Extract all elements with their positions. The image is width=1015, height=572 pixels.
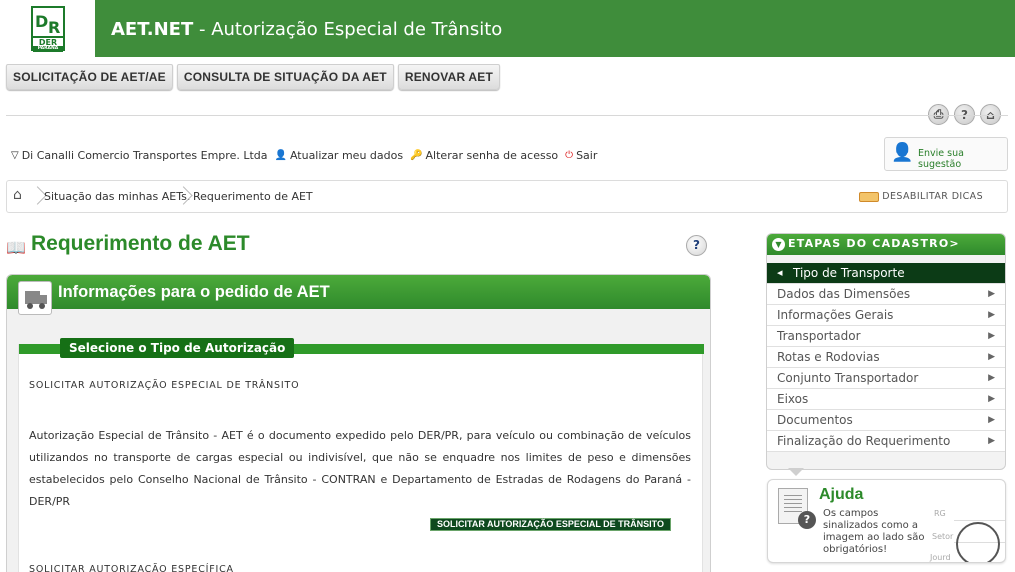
panel-title: Informações para o pedido de AET (58, 283, 330, 301)
app-header: DR DER PARANÁ AET.NET - Autorização Espe… (0, 0, 1015, 57)
step-informacoes-gerais[interactable]: Informações Gerais ▶ (767, 305, 1005, 326)
change-password-link[interactable]: 🔑 Alterar senha de acesso (410, 149, 558, 162)
help-title: Ajuda (819, 486, 864, 503)
menu-renovar[interactable]: RENOVAR AET (397, 64, 501, 90)
section-description: Autorização Especial de Trânsito - AET é… (29, 429, 691, 508)
user-icon: 👤 (274, 150, 287, 161)
help-icon[interactable]: ? (686, 235, 707, 256)
step-finalizacao[interactable]: Finalização do Requerimento ▶ (767, 431, 1005, 452)
chevron-right-icon: ▶ (988, 352, 995, 362)
chevron-right-icon: ▶ (988, 394, 995, 404)
section-tab: Selecione o Tipo de Autorização (60, 338, 295, 358)
divider (6, 115, 1008, 116)
chevron-right-icon: ▶ (988, 331, 995, 341)
app-subtitle: - Autorização Especial de Trânsito (193, 19, 503, 40)
steps-pointer (788, 468, 804, 476)
company-name: Di Canalli Comercio Transportes Empre. L… (21, 149, 268, 162)
menu-consulta[interactable]: CONSULTA DE SITUAÇÃO DA AET (176, 64, 394, 90)
top-menu: SOLICITAÇÃO DE AET/AE CONSULTA DE SITUAÇ… (6, 64, 501, 90)
step-rotas-rodovias[interactable]: Rotas e Rodovias ▶ (767, 347, 1005, 368)
company-selector[interactable]: ▽ Di Canalli Comercio Transportes Empre.… (11, 149, 268, 162)
help-box: ? Ajuda Os campos sinalizados como a ima… (767, 479, 1006, 563)
breadcrumb-item-situacao[interactable]: Situação das minhas AETs. (44, 190, 190, 203)
logout-link[interactable]: ⏻ Sair (565, 149, 597, 162)
chat-user-icon: 👤 (891, 142, 914, 163)
chevron-down-icon: ▼ (772, 238, 785, 251)
steps-header[interactable]: ▼ ETAPAS DO CADASTRO> (767, 234, 1005, 255)
breadcrumb-item-current: Requerimento de AET (193, 190, 313, 203)
disable-tips-button[interactable]: DESABILITAR DICAS (859, 191, 983, 202)
update-data-link[interactable]: 👤 Atualizar meu dados (275, 149, 404, 162)
step-documentos[interactable]: Documentos ▶ (767, 410, 1005, 431)
section-heading: SOLICITAR AUTORIZAÇÃO ESPECIAL DE TRÂNSI… (29, 380, 300, 391)
app-name: AET.NET (111, 19, 194, 40)
help-text: Os campos sinalizados como a imagem ao l… (823, 508, 925, 555)
truck-icon (18, 281, 52, 315)
chevron-right-icon: ▶ (988, 289, 995, 299)
breadcrumb-separator (177, 185, 187, 209)
book-icon: 📖 (6, 238, 26, 257)
chevron-right-icon: ▶ (988, 415, 995, 425)
step-tipo-transporte[interactable]: Tipo de Transporte (767, 263, 1005, 284)
section-heading-specific: SOLICITAR AUTORIZAÇÃO ESPECÍFICA (29, 564, 234, 572)
steps-list: Tipo de Transporte Dados das Dimensões▶ … (767, 263, 1005, 452)
breadcrumb: ⌂ Situação das minhas AETs. Requerimento… (6, 180, 1008, 213)
logo-area: DR DER PARANÁ (0, 0, 95, 57)
page-title: Requerimento de AET (31, 232, 250, 255)
power-icon: ⏻ (565, 150, 574, 161)
chevron-right-icon: ▶ (988, 310, 995, 320)
step-conjunto-transportador[interactable]: Conjunto Transportador ▶ (767, 368, 1005, 389)
magnifier-icon (956, 522, 1000, 562)
aet-info-panel: Informações para o pedido de AET Selecio… (6, 274, 711, 572)
step-transportador[interactable]: Transportador ▶ (767, 326, 1005, 347)
breadcrumb-separator (31, 185, 41, 209)
panel-header: Informações para o pedido de AET (7, 275, 710, 315)
chevron-right-icon: ▶ (988, 436, 995, 446)
step-eixos[interactable]: Eixos ▶ (767, 389, 1005, 410)
chevron-down-icon: ▽ (11, 150, 19, 161)
question-icon: ? (798, 511, 816, 529)
suggestion-button[interactable]: 👤 Envie sua sugestão (884, 137, 1008, 171)
user-bar: ▽ Di Canalli Comercio Transportes Empre.… (11, 149, 597, 162)
request-aet-button[interactable]: SOLICITAR AUTORIZAÇÃO ESPECIAL DE TRÂNSI… (430, 518, 672, 531)
step-dados-dimensoes[interactable]: Dados das Dimensões ▶ (767, 284, 1005, 305)
panel-content: Selecione o Tipo de Autorização SOLICITA… (18, 338, 704, 572)
required-fields-illustration: RG Setor Jourd (928, 506, 1005, 562)
chevron-right-icon: ▶ (988, 373, 995, 383)
der-logo[interactable]: DR DER PARANÁ (31, 6, 65, 52)
home-icon[interactable]: ⌂ (13, 187, 22, 203)
tips-icon (859, 191, 880, 202)
menu-solicitacao[interactable]: SOLICITAÇÃO DE AET/AE (6, 64, 173, 90)
app-title: AET.NET - Autorização Especial de Trânsi… (111, 19, 502, 40)
key-icon: 🔑 (410, 150, 423, 161)
registration-steps: ▼ ETAPAS DO CADASTRO> Tipo de Transporte… (766, 233, 1006, 470)
